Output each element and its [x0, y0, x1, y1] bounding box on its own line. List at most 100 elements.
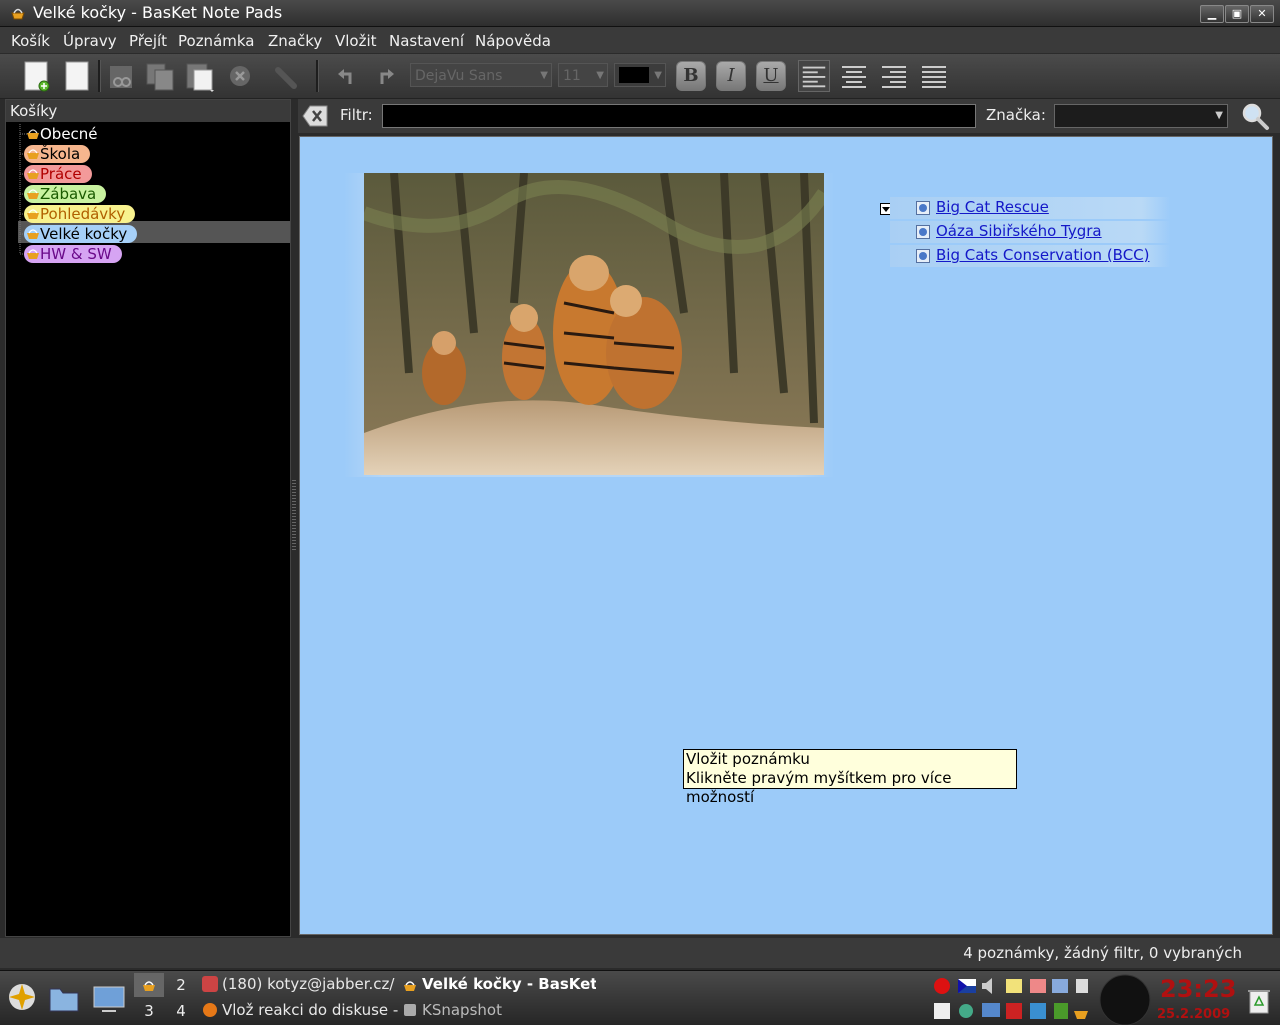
- minimize-button[interactable]: ▁: [1200, 5, 1224, 23]
- trash-icon[interactable]: [1246, 985, 1272, 1015]
- basket-app-icon: [11, 8, 25, 20]
- desktop-1[interactable]: [134, 973, 164, 997]
- delete-icon[interactable]: [224, 60, 256, 92]
- splitter-handle[interactable]: [292, 480, 296, 550]
- basket-tree-header: Košíky: [6, 100, 290, 122]
- web-link-icon: [916, 225, 930, 239]
- basket-tree-panel: Košíky Obecné Škola Práce Zábava Pohledá…: [5, 99, 291, 937]
- basket-icon: [27, 249, 39, 259]
- chevron-down-icon: ▼: [596, 70, 604, 81]
- task-firefox[interactable]: Vlož reakci do diskuse -: [200, 999, 398, 1023]
- align-justify-icon[interactable]: [918, 60, 950, 92]
- menu-prejit[interactable]: Přejít: [129, 32, 167, 50]
- link-oaza-sibirskeho-tygra[interactable]: Oáza Sibiřského Tygra: [936, 222, 1102, 240]
- desktop-4[interactable]: 4: [166, 999, 196, 1023]
- basket-icon: [27, 189, 39, 199]
- jabber-icon: [202, 976, 218, 992]
- basket-icon: [404, 981, 416, 991]
- align-left-icon[interactable]: [798, 60, 830, 92]
- menu-bar: Košík Úpravy Přejít Poznámka Značky Vlož…: [0, 27, 1280, 53]
- font-family-value: DejaVu Sans: [415, 68, 503, 84]
- moon-phase-icon: [1099, 974, 1151, 1025]
- close-button[interactable]: ✕: [1250, 5, 1274, 23]
- basket-hw-sw[interactable]: HW & SW: [24, 245, 122, 263]
- basket-pohledavky[interactable]: Pohledávky: [24, 205, 136, 223]
- basket-zabava[interactable]: Zábava: [24, 185, 107, 203]
- basket-label: HW & SW: [40, 245, 112, 263]
- desktop-2[interactable]: 2: [166, 973, 196, 997]
- link-note[interactable]: Big Cats Conservation (BCC): [890, 245, 1170, 267]
- link-icon[interactable]: [270, 60, 302, 92]
- maximize-button[interactable]: ▣: [1225, 5, 1249, 23]
- redo-icon[interactable]: [370, 60, 402, 92]
- kde-menu-icon[interactable]: [6, 981, 38, 1013]
- align-center-icon[interactable]: [838, 60, 870, 92]
- basket-obecne[interactable]: Obecné: [24, 125, 108, 143]
- new-basket-icon[interactable]: [22, 60, 54, 92]
- font-size-select[interactable]: 11 ▼: [558, 63, 608, 87]
- clock-date: 25.2.2009: [1157, 1007, 1231, 1022]
- basket-label: Práce: [40, 165, 82, 183]
- desktop-icon[interactable]: [92, 983, 126, 1013]
- task-basket-active[interactable]: Velké kočky - BasKet: [400, 973, 596, 997]
- clock-time[interactable]: 23:23: [1160, 975, 1236, 1003]
- tag-filter-select[interactable]: ▼: [1054, 104, 1228, 128]
- desktop-3[interactable]: 3: [134, 999, 164, 1023]
- link-big-cat-rescue[interactable]: Big Cat Rescue: [936, 198, 1049, 216]
- web-link-icon: [916, 201, 930, 215]
- toolbar-separator: [316, 60, 319, 92]
- menu-znacky[interactable]: Značky: [268, 32, 322, 50]
- system-tray-icons[interactable]: [930, 975, 1090, 1023]
- tigers-photo[interactable]: [364, 173, 824, 475]
- firefox-icon: [203, 1003, 217, 1017]
- font-size-value: 11: [563, 68, 581, 84]
- cut-icon[interactable]: [106, 60, 138, 92]
- link-note[interactable]: Oáza Sibiřského Tygra: [890, 221, 1170, 243]
- task-jabber[interactable]: (180) kotyz@jabber.cz/: [200, 973, 398, 997]
- link-note[interactable]: Big Cat Rescue: [890, 197, 1170, 219]
- copy-icon[interactable]: [144, 60, 176, 92]
- font-family-select[interactable]: DejaVu Sans ▼: [410, 63, 552, 87]
- underline-button[interactable]: U: [756, 61, 786, 91]
- file-manager-icon[interactable]: [48, 983, 80, 1013]
- title-bar[interactable]: Velké kočky - BasKet Note Pads ▁ ▣ ✕: [0, 0, 1280, 27]
- basket-label: Obecné: [40, 125, 98, 143]
- menu-vlozit[interactable]: Vložit: [335, 32, 377, 50]
- links-group: Big Cat Rescue Oáza Sibiřského Tygra Big…: [880, 197, 1180, 269]
- menu-poznamka[interactable]: Poznámka: [178, 32, 255, 50]
- basket-content-area[interactable]: Big Cat Rescue Oáza Sibiřského Tygra Big…: [299, 136, 1273, 935]
- text-color-select[interactable]: ▼: [614, 63, 666, 87]
- basket-label: Velké kočky: [40, 225, 128, 243]
- basket-prace[interactable]: Práce: [24, 165, 92, 183]
- basket-skola[interactable]: Škola: [24, 145, 91, 163]
- ksnapshot-icon: [404, 1004, 416, 1016]
- italic-button[interactable]: I: [716, 61, 746, 91]
- basket-velke-kocky[interactable]: Velké kočky: [24, 225, 138, 243]
- tooltip-line-2: Klikněte pravým myšítkem pro více možnos…: [686, 769, 952, 806]
- chevron-down-icon: ▼: [1215, 110, 1223, 121]
- search-icon[interactable]: [1240, 101, 1270, 131]
- new-note-icon[interactable]: [62, 60, 94, 92]
- insert-note-tooltip: Vložit poznámku Klikněte pravým myšítkem…: [683, 749, 1017, 806]
- menu-upravy[interactable]: Úpravy: [63, 32, 117, 50]
- link-big-cats-conservation[interactable]: Big Cats Conservation (BCC): [936, 246, 1150, 264]
- basket-icon: [143, 981, 155, 991]
- window-title: Velké kočky - BasKet Note Pads: [33, 3, 283, 22]
- task-label: KSnapshot: [422, 1001, 502, 1019]
- tooltip-line-1: Vložit poznámku: [686, 750, 810, 768]
- menu-nastaveni[interactable]: Nastavení: [389, 32, 464, 50]
- web-link-icon: [916, 249, 930, 263]
- clear-filter-icon[interactable]: [302, 105, 328, 127]
- image-note[interactable]: [344, 173, 834, 477]
- basket-label: Pohledávky: [40, 205, 126, 223]
- menu-napoveda[interactable]: Nápověda: [475, 32, 551, 50]
- undo-icon[interactable]: [330, 60, 362, 92]
- task-label: (180) kotyz@jabber.cz/: [222, 975, 395, 993]
- filter-input[interactable]: [382, 104, 976, 128]
- align-right-icon[interactable]: [878, 60, 910, 92]
- task-ksnapshot[interactable]: KSnapshot: [400, 999, 596, 1023]
- filter-label: Filtr:: [340, 106, 373, 124]
- menu-kosik[interactable]: Košík: [11, 32, 50, 50]
- bold-button[interactable]: B: [676, 61, 706, 91]
- paste-icon[interactable]: [184, 60, 216, 92]
